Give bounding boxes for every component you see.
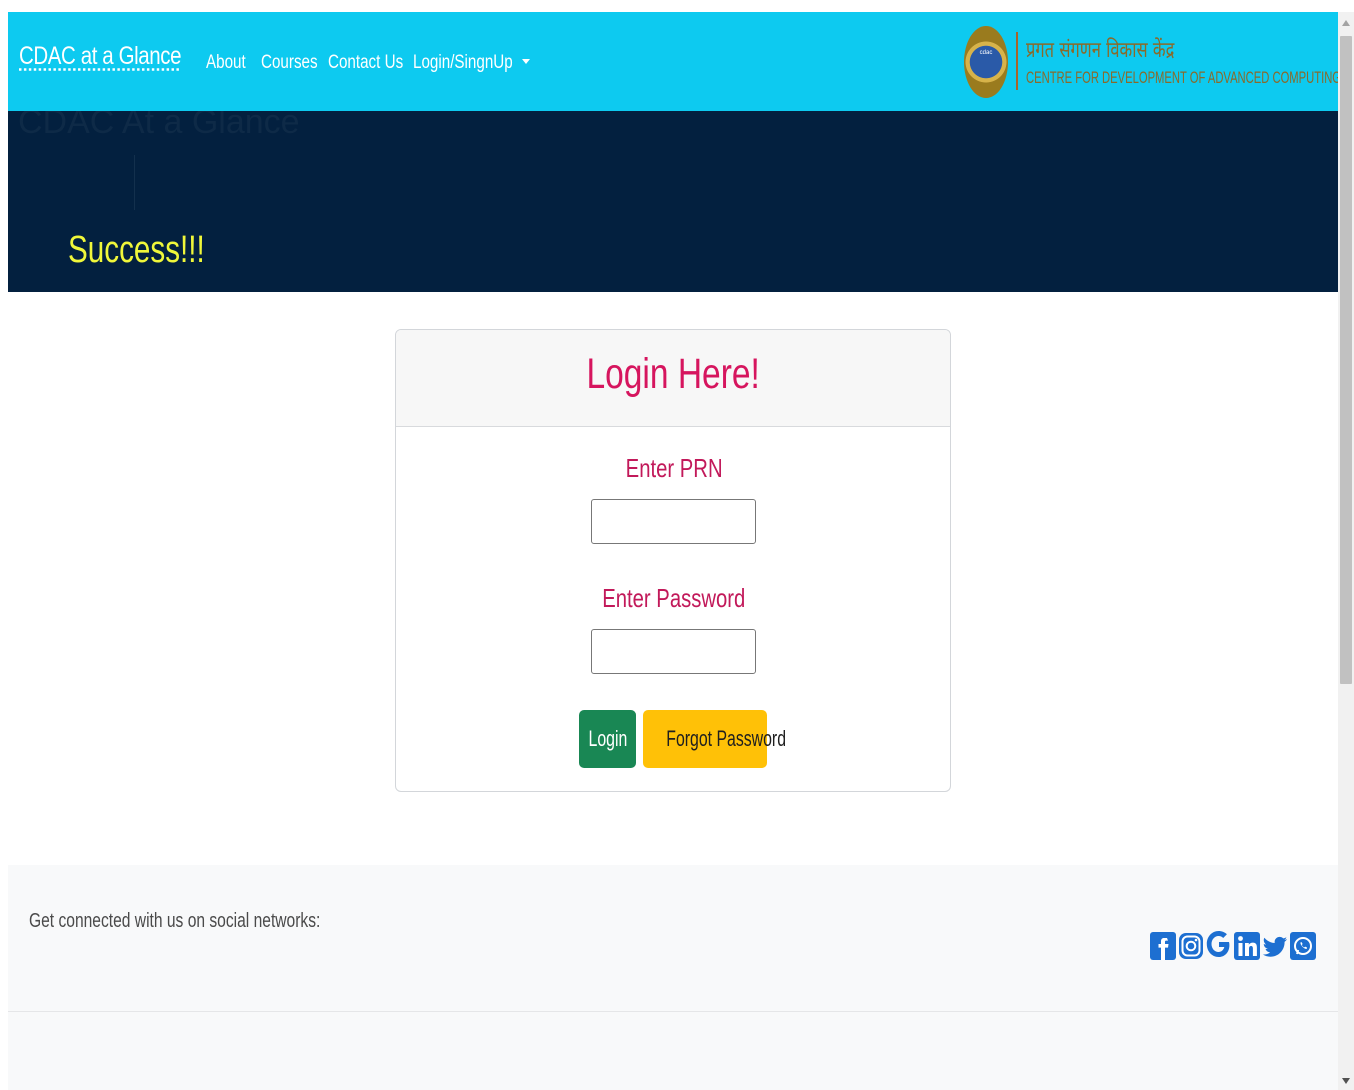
hero-divider: [134, 155, 135, 210]
login-title: Login Here!: [396, 350, 950, 399]
navbar: CDAC at a Glance About Courses Contact U…: [8, 12, 1342, 111]
password-label: Enter Password: [396, 583, 950, 614]
google-icon[interactable]: [1206, 915, 1232, 961]
twitter-icon[interactable]: [1262, 915, 1288, 961]
password-input[interactable]: [591, 629, 756, 674]
social-links: [1150, 915, 1316, 961]
login-button[interactable]: Login: [579, 710, 636, 768]
hero-banner: CDAC At a Glance Success!!!: [8, 111, 1338, 292]
top-strip: [0, 0, 1338, 12]
success-message: Success!!!: [68, 229, 205, 271]
facebook-icon[interactable]: [1150, 915, 1176, 961]
whatsapp-icon[interactable]: [1290, 915, 1316, 961]
nav-about[interactable]: About: [206, 52, 246, 74]
login-card-header: Login Here!: [396, 330, 950, 427]
logo-hindi-text: प्रगत संगणन विकास केंद्र: [1026, 38, 1175, 63]
seal-text: cdac: [979, 50, 993, 56]
login-button-label: Login: [588, 726, 627, 751]
linkedin-icon[interactable]: [1234, 915, 1260, 961]
scroll-down-arrow-icon[interactable]: [1342, 1078, 1350, 1084]
logo-divider: [1016, 32, 1018, 90]
vertical-scrollbar[interactable]: [1338, 12, 1354, 1090]
logo-english-text: CENTRE FOR DEVELOPMENT OF ADVANCED COMPU…: [1026, 68, 1342, 87]
brand-link[interactable]: CDAC at a Glance: [19, 42, 181, 71]
page: CDAC at a Glance About Courses Contact U…: [0, 0, 1354, 1090]
nav-links: About Courses Contact Us Login/SingnUp: [206, 52, 525, 74]
login-card: Login Here! Enter PRN Enter Password Log…: [395, 329, 951, 792]
chevron-down-icon[interactable]: [522, 59, 530, 64]
hero-ghost-title: CDAC At a Glance: [18, 111, 300, 141]
social-connect-text: Get connected with us on social networks…: [29, 910, 321, 932]
footer: Get connected with us on social networks…: [8, 865, 1338, 1090]
prn-label-text: Enter PRN: [625, 453, 723, 483]
cdac-seal-logo: cdac: [964, 26, 1008, 98]
nav-contact-us[interactable]: Contact Us: [328, 52, 403, 74]
forgot-password-button[interactable]: Forgot Password: [643, 710, 786, 768]
nav-courses[interactable]: Courses: [261, 52, 318, 74]
nav-login-signup-dropdown[interactable]: Login/SingnUp: [413, 52, 513, 74]
scroll-up-arrow-icon[interactable]: [1342, 20, 1350, 26]
password-label-text: Enter Password: [602, 583, 746, 613]
forgot-password-label: Forgot Password: [666, 726, 787, 751]
login-title-text: Login Here!: [586, 350, 760, 398]
instagram-icon[interactable]: [1178, 915, 1204, 961]
prn-label: Enter PRN: [396, 453, 950, 484]
footer-divider: [8, 1011, 1338, 1012]
scrollbar-thumb[interactable]: [1340, 36, 1352, 684]
prn-input[interactable]: [591, 499, 756, 544]
